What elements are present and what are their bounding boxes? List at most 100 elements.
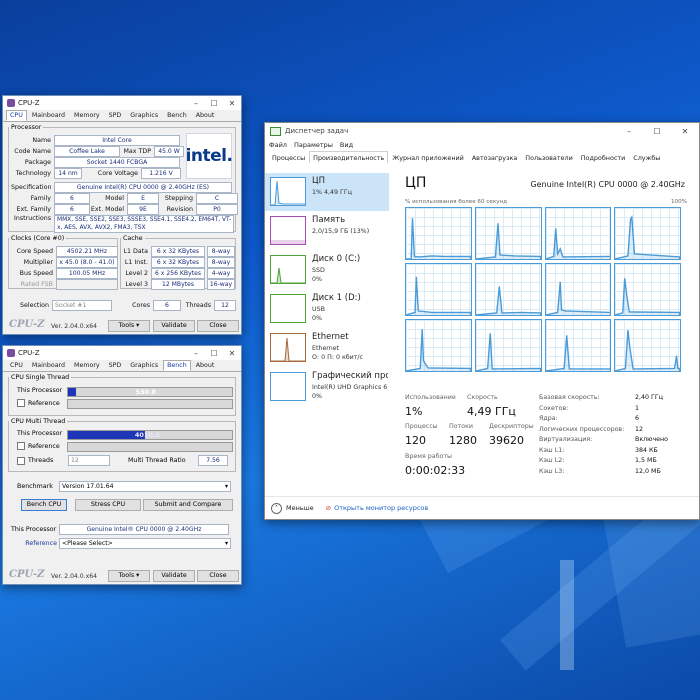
multi-this-bar: 4010.5 bbox=[67, 430, 233, 440]
technology-value: 14 nm bbox=[54, 168, 82, 179]
validate-button[interactable]: Validate bbox=[153, 320, 195, 332]
single-this-label: This Processor bbox=[17, 387, 63, 394]
threads-value: 1280 bbox=[449, 434, 477, 447]
multi-reference-checkbox[interactable] bbox=[17, 442, 25, 450]
level3-label: Level 3 bbox=[125, 281, 148, 288]
window-title: CPU-Z bbox=[18, 349, 40, 357]
fewer-details-link[interactable]: Меньше bbox=[286, 504, 314, 512]
chevron-up-icon[interactable]: ˄ bbox=[271, 502, 282, 514]
tab-memory[interactable]: Memory bbox=[70, 110, 104, 121]
multi-reference-label: Reference bbox=[28, 442, 60, 450]
spec-value: Включено bbox=[635, 436, 669, 443]
level2-label: Level 2 bbox=[125, 270, 148, 277]
family-value: 6 bbox=[54, 193, 90, 204]
tools-button[interactable]: Tools ▾ bbox=[108, 320, 150, 332]
package-value: Socket 1440 FCBGA bbox=[54, 157, 180, 168]
l1inst-way: 8-way bbox=[207, 257, 235, 268]
benchmark-dropdown[interactable]: Version 17.01.64 ▾ bbox=[59, 481, 231, 492]
resource-type: Ethernet bbox=[312, 345, 340, 352]
threads-dropdown[interactable]: 12 bbox=[68, 455, 110, 466]
close-button[interactable]: Close bbox=[197, 570, 239, 582]
resource-memory[interactable]: Память 2,0/15,9 ГБ (13%) bbox=[265, 212, 389, 250]
reference-value: <Please Select> bbox=[62, 540, 113, 547]
resource-gpu[interactable]: Графический про Intel(R) UHD Graphics 6 0… bbox=[265, 368, 389, 406]
tab-bench[interactable]: Bench bbox=[163, 110, 191, 121]
cpuz-brand-logo: CPU-Z bbox=[9, 319, 45, 330]
extfamily-label: Ext. Family bbox=[16, 206, 51, 213]
resource-name: ЦП bbox=[312, 176, 325, 186]
minimize-button[interactable]: – bbox=[187, 349, 205, 358]
reference-dropdown[interactable]: <Please Select> ▾ bbox=[59, 538, 231, 549]
tab-cpu[interactable]: CPU bbox=[6, 110, 27, 121]
close-icon[interactable]: ✕ bbox=[223, 99, 241, 108]
resource-type: Intel(R) UHD Graphics 6 bbox=[312, 384, 388, 391]
usage-label: Использование bbox=[405, 394, 456, 401]
chevron-down-icon: ▾ bbox=[224, 483, 228, 490]
stress-cpu-button[interactable]: Stress CPU bbox=[75, 499, 141, 511]
tab-about[interactable]: About bbox=[192, 360, 219, 371]
resource-disk1[interactable]: Диск 1 (D:) USB 0% bbox=[265, 290, 389, 328]
menu-file[interactable]: Файл bbox=[269, 141, 287, 149]
corespeed-value: 4502.21 MHz bbox=[56, 246, 118, 257]
maximize-button[interactable]: ☐ bbox=[205, 349, 223, 358]
tab-spd[interactable]: SPD bbox=[105, 360, 126, 371]
single-reference-bar bbox=[67, 399, 233, 409]
threads-checkbox[interactable] bbox=[17, 456, 25, 465]
tools-button[interactable]: Tools ▾ bbox=[108, 570, 150, 582]
tools-label: Tools bbox=[118, 322, 135, 329]
resource-disk0[interactable]: Диск 0 (C:) SSD 0% bbox=[265, 251, 389, 289]
cpuz-app-icon bbox=[7, 99, 15, 107]
memory-thumbnail bbox=[270, 216, 306, 245]
open-resource-monitor-link[interactable]: Открыть монитор ресурсов bbox=[334, 504, 428, 512]
maximize-button[interactable]: ☐ bbox=[643, 127, 671, 136]
tab-memory[interactable]: Memory bbox=[70, 360, 104, 371]
tab-graphics[interactable]: Graphics bbox=[126, 360, 162, 371]
logical-processor-graphs bbox=[405, 207, 681, 372]
bench-cpu-button[interactable]: Bench CPU bbox=[21, 499, 67, 511]
disk0-thumbnail bbox=[270, 255, 306, 284]
menu-options[interactable]: Параметры bbox=[294, 141, 333, 149]
intel-logo-text: intel. bbox=[185, 146, 233, 166]
extmodel-value: 9E bbox=[127, 204, 159, 215]
tab-spd[interactable]: SPD bbox=[105, 110, 126, 121]
close-icon[interactable]: ✕ bbox=[671, 127, 699, 136]
resource-cpu[interactable]: ЦП 1% 4,49 ГГц bbox=[265, 173, 389, 211]
close-icon[interactable]: ✕ bbox=[223, 349, 241, 358]
clocks-legend: Clocks (Core #0) bbox=[11, 235, 65, 242]
minimize-button[interactable]: – bbox=[187, 99, 205, 108]
cpu-core-graph bbox=[544, 207, 612, 260]
menu-view[interactable]: Вид bbox=[340, 141, 353, 149]
threads-label: Threads bbox=[185, 302, 211, 309]
cache-legend: Cache bbox=[123, 235, 143, 242]
extfamily-value: 6 bbox=[54, 204, 90, 215]
resource-ethernet[interactable]: Ethernet Ethernet О: 0 П: 0 кбит/с bbox=[265, 329, 389, 367]
cpuz-bench-window: CPU-Z – ☐ ✕ CPU Mainboard Memory SPD Gra… bbox=[2, 345, 242, 585]
level3-way: 16-way bbox=[207, 279, 235, 290]
cores-label: Cores bbox=[132, 302, 150, 309]
tab-mainboard[interactable]: Mainboard bbox=[28, 360, 69, 371]
tab-bench[interactable]: Bench bbox=[163, 360, 191, 371]
stepping-label: Stepping bbox=[164, 195, 193, 202]
cpu-usage-line bbox=[545, 208, 611, 259]
tab-about[interactable]: About bbox=[192, 110, 219, 121]
tab-graphics[interactable]: Graphics bbox=[126, 110, 162, 121]
specification-value: Genuine Intel(R) CPU 0000 @ 2.40GHz (ES) bbox=[54, 182, 232, 193]
cpuz-cpu-window: CPU-Z – ☐ ✕ CPU Mainboard Memory SPD Gra… bbox=[2, 95, 242, 335]
cpu-usage-line bbox=[615, 320, 680, 371]
submit-compare-button[interactable]: Submit and Compare bbox=[143, 499, 233, 511]
selection-dropdown[interactable]: Socket #1 bbox=[52, 300, 112, 311]
resource-list: ЦП 1% 4,49 ГГц Память 2,0/15,9 ГБ (13%) … bbox=[265, 163, 390, 497]
maximize-button[interactable]: ☐ bbox=[205, 99, 223, 108]
cpu-usage-line bbox=[406, 208, 471, 259]
close-button[interactable]: Close bbox=[197, 320, 239, 332]
cpu-usage-line bbox=[406, 264, 471, 315]
cpu-usage-line bbox=[475, 320, 541, 371]
cpu-model: Genuine Intel(R) CPU 0000 @ 2.40GHz bbox=[530, 180, 685, 189]
tab-cpu[interactable]: CPU bbox=[6, 360, 27, 371]
single-reference-checkbox[interactable] bbox=[17, 399, 25, 407]
tab-mainboard[interactable]: Mainboard bbox=[28, 110, 69, 121]
cpu-core-graph bbox=[474, 207, 542, 260]
validate-button[interactable]: Validate bbox=[153, 570, 195, 582]
window-title: Диспетчер задач bbox=[285, 127, 349, 135]
minimize-button[interactable]: – bbox=[615, 127, 643, 136]
